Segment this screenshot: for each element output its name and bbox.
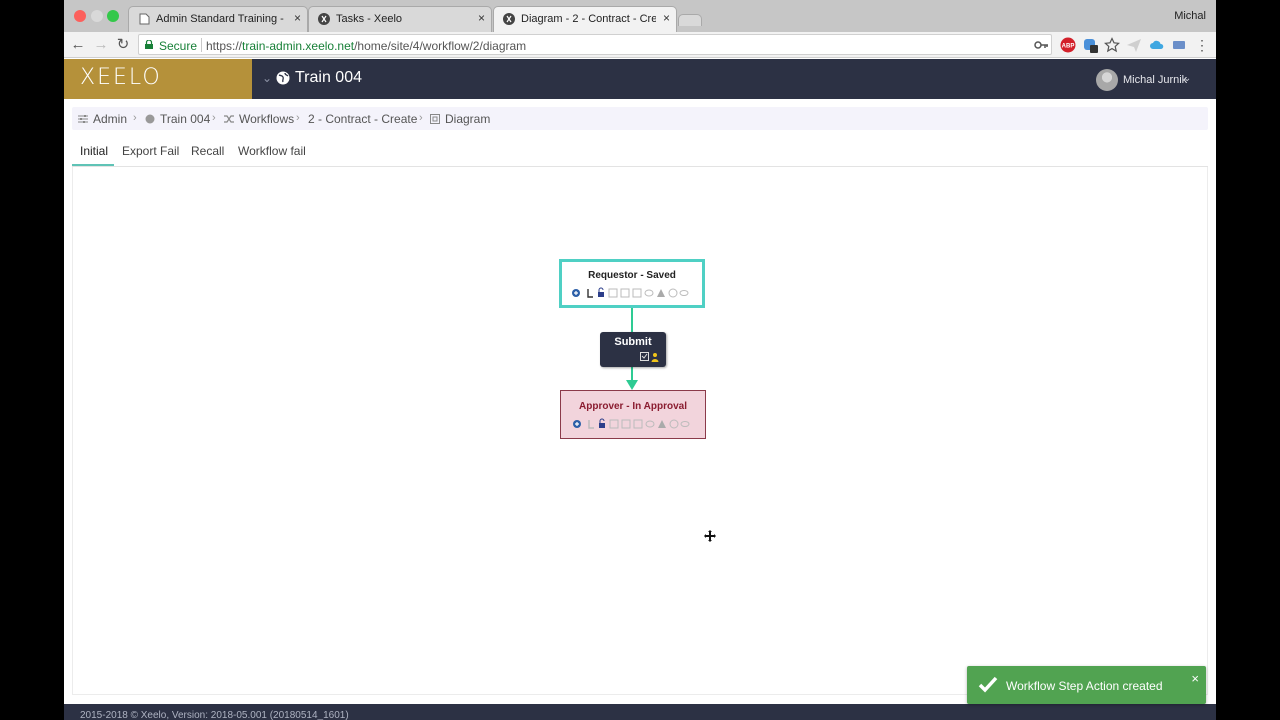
tab-close-icon[interactable]: × — [663, 11, 670, 25]
diagram-canvas[interactable]: Requestor - Saved Submit Approver - In A… — [72, 167, 1208, 695]
browser-profile-name[interactable]: Michal — [1174, 10, 1206, 22]
user-name[interactable]: Michal Jurnik — [1123, 74, 1187, 86]
back-icon[interactable]: ← — [68, 35, 88, 55]
breadcrumb-separator: › — [296, 112, 300, 124]
breadcrumb-label: 2 - Contract - Create — [308, 112, 418, 126]
lock-icon — [145, 40, 153, 49]
minimize-window-button[interactable] — [91, 10, 103, 22]
browser-tab-diagram[interactable]: Diagram - 2 - Contract - Creat × — [493, 6, 677, 33]
footer-text: 2015-2018 © Xeelo, Version: 2018-05.001 … — [80, 710, 349, 720]
breadcrumb-item-site[interactable]: Train 004 — [145, 112, 210, 126]
new-tab-button[interactable] — [678, 14, 702, 26]
url-host: train-admin.xeelo.net — [242, 39, 355, 53]
app-window: Admin Standard Training - Kno × Tasks - … — [64, 0, 1216, 720]
document-icon — [139, 13, 150, 25]
url-path: /home/site/4/workflow/2/diagram — [354, 39, 527, 53]
tab-title: Diagram - 2 - Contract - Creat — [521, 13, 656, 25]
breadcrumb-label: Workflows — [239, 112, 295, 126]
forward-icon[interactable]: → — [91, 35, 111, 55]
footer: 2015-2018 © Xeelo, Version: 2018-05.001 … — [64, 704, 1216, 720]
check-icon — [978, 676, 998, 693]
url-text: https://train-admin.xeelo.net/home/site/… — [206, 39, 526, 53]
xeelo-icon — [503, 13, 515, 25]
action-node-title: Submit — [614, 336, 652, 348]
tab-title: Tasks - Xeelo — [336, 13, 403, 25]
shuffle-icon — [224, 115, 234, 123]
url-scheme: https:// — [206, 39, 243, 53]
tab-workflow-fail[interactable]: Workflow fail — [238, 144, 306, 158]
send-icon[interactable] — [1126, 37, 1142, 53]
toast-notification: Workflow Step Action created × — [967, 666, 1206, 704]
breadcrumb: Admin › Train 004 › Workflows › 2 - Cont… — [72, 107, 1208, 130]
sliders-icon — [78, 115, 88, 123]
site-title[interactable]: Train 004 — [295, 69, 362, 87]
address-bar[interactable]: Secure https://train-admin.xeelo.net/hom… — [138, 34, 1052, 55]
move-cursor-icon — [704, 530, 716, 542]
globe-icon — [276, 71, 290, 85]
tab-recall[interactable]: Recall — [191, 144, 224, 158]
state-node-title: Approver - In Approval — [579, 401, 687, 412]
breadcrumb-label: Admin — [93, 112, 128, 126]
tab-close-icon[interactable]: × — [294, 11, 301, 25]
tab-initial[interactable]: Initial — [80, 144, 108, 158]
app-header: XEELO ⌄ Train 004 Michal Jurnik ⌄ — [64, 59, 1216, 99]
breadcrumb-item-workflows[interactable]: Workflows — [224, 112, 294, 126]
breadcrumb-separator: › — [419, 112, 423, 124]
chevron-down-icon[interactable]: ⌄ — [1183, 73, 1191, 84]
state-permission-icons[interactable] — [571, 287, 696, 299]
menu-icon[interactable]: ⋮ — [1192, 35, 1212, 55]
breadcrumb-item-admin[interactable]: Admin — [78, 112, 127, 126]
cloud-icon[interactable] — [1149, 37, 1165, 53]
state-permission-icons[interactable] — [572, 418, 697, 430]
breadcrumb-label: Train 004 — [160, 112, 211, 126]
maximize-window-button[interactable] — [107, 10, 119, 22]
tab-title: Admin Standard Training - Kno — [156, 13, 287, 25]
breadcrumb-separator: › — [212, 112, 216, 124]
action-icons — [640, 352, 659, 362]
extension-icon[interactable] — [1082, 37, 1098, 53]
active-tab-indicator — [72, 164, 114, 166]
logo-text: XEELO — [80, 65, 162, 90]
key-icon[interactable] — [1033, 37, 1049, 53]
close-icon[interactable]: × — [1191, 671, 1199, 686]
svg-text:ABP: ABP — [1062, 44, 1075, 50]
tab-export-fail[interactable]: Export Fail — [122, 144, 179, 158]
browser-toolbar: ← → ↻ Secure https://train-admin.xeelo.n… — [64, 32, 1216, 58]
reload-icon[interactable]: ↻ — [113, 35, 133, 55]
diagram-icon — [430, 114, 440, 124]
breadcrumb-label: Diagram — [445, 112, 491, 126]
toast-message: Workflow Step Action created — [1006, 679, 1163, 693]
bookmark-star-icon[interactable] — [1104, 37, 1120, 53]
tab-close-icon[interactable]: × — [478, 11, 485, 25]
chevron-down-icon[interactable]: ⌄ — [262, 71, 272, 85]
url-divider — [201, 38, 202, 52]
adblock-icon[interactable]: ABP — [1060, 37, 1076, 53]
logo[interactable]: XEELO — [64, 59, 252, 99]
avatar[interactable] — [1096, 69, 1118, 91]
breadcrumb-item-diagram: Diagram — [430, 112, 490, 126]
state-node-requestor-saved[interactable]: Requestor - Saved — [559, 259, 705, 308]
action-node-submit[interactable]: Submit — [600, 332, 666, 367]
breadcrumb-item-workflow[interactable]: 2 - Contract - Create — [308, 112, 417, 126]
state-node-title: Requestor - Saved — [588, 270, 676, 281]
browser-tab-knowledge[interactable]: Admin Standard Training - Kno × — [128, 6, 308, 32]
xeelo-icon — [318, 13, 330, 25]
secure-label: Secure — [159, 39, 198, 53]
extension-icon[interactable] — [1171, 37, 1187, 53]
state-node-approver-in-approval[interactable]: Approver - In Approval — [560, 390, 706, 439]
globe-icon — [145, 114, 155, 124]
close-window-button[interactable] — [74, 10, 86, 22]
state-tabs: Initial Export Fail Recall Workflow fail — [72, 137, 1208, 167]
breadcrumb-separator: › — [133, 112, 137, 124]
browser-tab-tasks[interactable]: Tasks - Xeelo × — [308, 6, 492, 32]
browser-tab-bar: Admin Standard Training - Kno × Tasks - … — [64, 0, 1216, 33]
